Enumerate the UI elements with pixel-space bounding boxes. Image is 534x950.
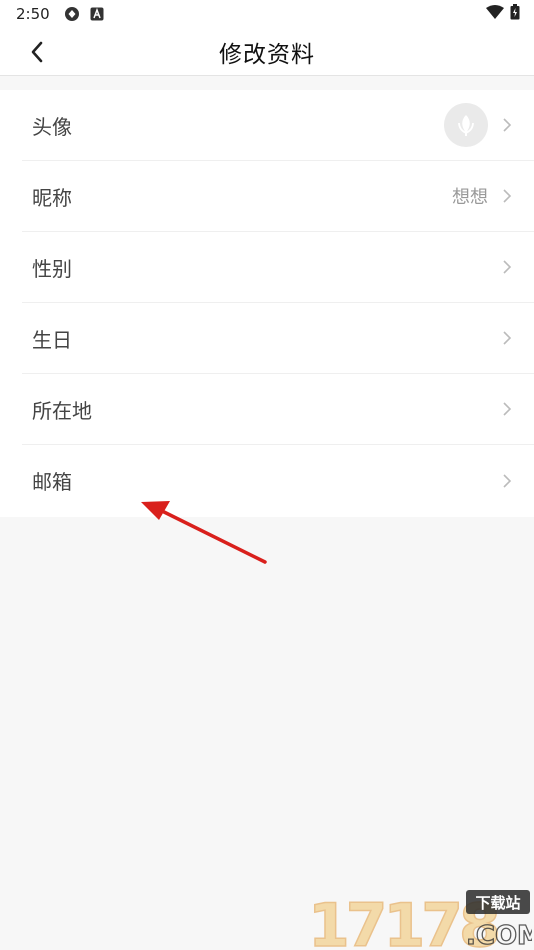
- row-label: 邮箱: [32, 470, 72, 494]
- row-label: 昵称: [32, 185, 72, 210]
- chevron-right-icon: [503, 260, 512, 274]
- chevron-right-icon: [503, 473, 512, 488]
- profile-list: 头像 昵称 想想 性别 生日 所在地 邮箱: [0, 90, 534, 517]
- watermark-logo: 17178 下载站 .COM: [307, 890, 532, 950]
- sync-icon: [64, 6, 80, 22]
- row-label: 性别: [32, 256, 72, 281]
- row-email[interactable]: 邮箱: [22, 445, 534, 516]
- a-icon: [90, 7, 104, 21]
- row-avatar[interactable]: 头像: [22, 90, 534, 161]
- status-bar: 2:50: [0, 0, 534, 28]
- watermark-tag: 下载站: [475, 894, 520, 912]
- chevron-right-icon: [503, 118, 512, 132]
- app-bar: 修改资料: [0, 28, 534, 76]
- row-gender[interactable]: 性别: [22, 232, 534, 303]
- wifi-icon: [486, 5, 504, 23]
- chevron-right-icon: [503, 331, 512, 345]
- row-label: 生日: [32, 327, 72, 352]
- page-title: 修改资料: [219, 42, 315, 68]
- row-label: 头像: [32, 114, 72, 139]
- row-location[interactable]: 所在地: [22, 374, 534, 445]
- battery-icon: [510, 4, 520, 24]
- chevron-right-icon: [503, 189, 512, 203]
- row-value: 想想: [452, 187, 488, 208]
- row-label: 所在地: [32, 398, 92, 423]
- avatar[interactable]: [444, 103, 488, 147]
- status-time: 2:50: [16, 5, 50, 23]
- row-birthday[interactable]: 生日: [22, 303, 534, 374]
- watermark-domain: .COM: [466, 921, 532, 950]
- chevron-right-icon: [503, 402, 512, 416]
- leaf-icon: [458, 115, 474, 136]
- row-nickname[interactable]: 昵称 想想: [22, 161, 534, 232]
